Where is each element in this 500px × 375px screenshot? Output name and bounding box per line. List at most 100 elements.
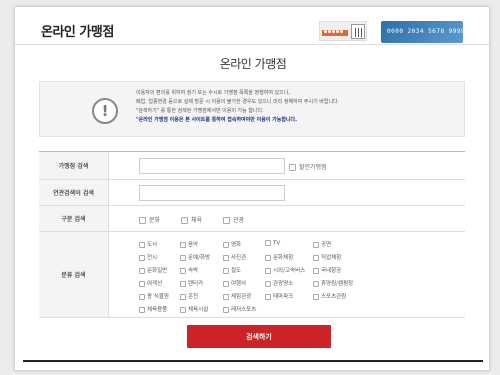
category-checkbox[interactable] xyxy=(313,241,319,248)
category-checkbox[interactable] xyxy=(180,280,186,287)
category-checkbox[interactable] xyxy=(313,267,319,274)
type-option-label: 문화 xyxy=(149,217,161,224)
category-option[interactable]: 휴양림/캠핑장 xyxy=(313,279,353,287)
category-label: 도서 xyxy=(147,242,158,248)
discount-store-checkbox[interactable] xyxy=(289,164,296,171)
category-option[interactable]: 체육시설 xyxy=(180,305,208,313)
category-label: 사진관 xyxy=(231,255,247,261)
type-checkbox[interactable] xyxy=(181,217,188,224)
category-option[interactable]: 관광명소 xyxy=(265,279,293,287)
category-option[interactable]: 레저스포츠 xyxy=(223,305,256,313)
category-checkbox[interactable] xyxy=(180,267,186,274)
category-option[interactable]: 여행사 xyxy=(223,279,246,287)
type-option-label: 체육 xyxy=(191,217,203,224)
store-search-row: 가맹점 검색 할인가맹점 xyxy=(39,152,465,180)
category-option[interactable]: 문예/화방 xyxy=(180,253,210,261)
category-search-row: 분류 검색 도서 음악 영화 TV 공연 전시 문예/화방 사진관 문화체험 직… xyxy=(39,232,465,318)
category-checkbox[interactable] xyxy=(265,267,271,274)
card-number: 0000 2034 5678 9999 xyxy=(387,28,466,35)
category-checkbox[interactable] xyxy=(223,280,229,287)
category-checkbox[interactable] xyxy=(139,306,145,313)
category-checkbox[interactable] xyxy=(139,267,145,274)
category-label: 종 식물원 xyxy=(147,294,169,300)
category-checkbox[interactable] xyxy=(313,293,319,300)
category-label: 문화일반 xyxy=(147,268,168,274)
category-option[interactable]: 종 식물원 xyxy=(139,292,169,300)
category-option[interactable]: 온천 xyxy=(180,292,198,300)
type-checkbox[interactable] xyxy=(223,217,230,224)
notice-text: 이용자의 편의를 위하여 정기 또는 수시로 가맹점 목록을 정행하여 있으나,… xyxy=(136,89,456,125)
category-checkbox[interactable] xyxy=(180,293,186,300)
keyword-search-row: 연관검색어 검색 xyxy=(39,180,465,206)
category-checkbox[interactable] xyxy=(265,240,271,246)
category-checkbox[interactable] xyxy=(265,293,271,300)
category-checkbox[interactable] xyxy=(180,254,186,261)
category-checkbox[interactable] xyxy=(223,306,229,313)
category-option[interactable]: 스포츠관람 xyxy=(313,292,346,300)
category-label: 문화체험 xyxy=(273,255,294,261)
category-checkbox[interactable] xyxy=(223,267,229,274)
discount-store-option[interactable]: 할인가맹점 xyxy=(289,162,327,171)
type-option[interactable]: 체육 xyxy=(181,215,202,224)
category-option[interactable]: 문화일반 xyxy=(139,266,167,274)
category-label: TV xyxy=(273,240,281,247)
search-button[interactable]: 검색하기 xyxy=(187,325,331,348)
category-label: 문예/화방 xyxy=(188,255,211,261)
category-label: 관광명소 xyxy=(273,281,294,287)
category-option[interactable]: 음악 xyxy=(180,240,198,248)
category-option[interactable]: 국내항공 xyxy=(313,266,341,274)
category-option[interactable]: 여객선 xyxy=(139,279,162,287)
exclamation-icon: ! xyxy=(92,98,118,124)
category-option[interactable]: 철도 xyxy=(223,266,241,274)
category-label: 체육용품 xyxy=(147,307,168,313)
category-checkbox[interactable] xyxy=(139,280,145,287)
category-option[interactable]: 렌터카 xyxy=(180,279,203,287)
category-option[interactable]: 사진관 xyxy=(223,253,246,261)
store-search-input[interactable] xyxy=(139,158,285,174)
category-label: 숙박 xyxy=(188,268,199,274)
category-option[interactable]: 도서 xyxy=(139,240,157,248)
category-checkbox[interactable] xyxy=(265,254,271,261)
category-checkbox[interactable] xyxy=(313,280,319,287)
category-option[interactable]: TV xyxy=(265,240,280,247)
category-search-label: 분류 검색 xyxy=(39,232,109,317)
category-option[interactable]: 체육용품 xyxy=(139,305,167,313)
category-option[interactable]: 공연 xyxy=(313,240,331,248)
category-option[interactable]: 숙박 xyxy=(180,266,198,274)
category-checkbox[interactable] xyxy=(265,280,271,287)
category-checkbox[interactable] xyxy=(139,241,145,248)
category-label: 렌터카 xyxy=(188,281,204,287)
category-label: 음악 xyxy=(188,242,199,248)
category-option[interactable]: 테마파크 xyxy=(265,292,293,300)
category-option[interactable]: 문화체험 xyxy=(265,253,293,261)
category-label: 스포츠관람 xyxy=(321,294,347,300)
category-checkbox[interactable] xyxy=(180,306,186,313)
category-checkbox[interactable] xyxy=(139,254,145,261)
category-label: 레저스포츠 xyxy=(231,307,257,313)
category-checkbox[interactable] xyxy=(180,241,186,248)
keyword-search-input[interactable] xyxy=(139,185,285,201)
type-option[interactable]: 문화 xyxy=(139,215,160,224)
category-option[interactable]: 영화 xyxy=(223,240,241,248)
page-title: 온라인 가맹점 xyxy=(219,57,287,71)
category-option[interactable]: 시외/고속버스 xyxy=(265,266,305,274)
type-search-label: 구분 검색 xyxy=(39,206,109,231)
category-label: 온천 xyxy=(188,294,199,300)
category-checkbox[interactable] xyxy=(223,254,229,261)
notice-highlight: "온라인 가맹점 이용은 본 사이트를 통하여 접속하여야만 이용이 가능합니다… xyxy=(136,117,298,123)
type-checkbox[interactable] xyxy=(139,217,146,224)
type-option[interactable]: 관광 xyxy=(223,215,244,224)
notice-box: ! 이용자의 편의를 위하여 정기 또는 수시로 가맹점 목록을 정행하여 있으… xyxy=(39,81,465,137)
category-checkbox[interactable] xyxy=(223,241,229,248)
notice-line: 이용자의 편의를 위하여 정기 또는 수시로 가맹점 목록을 정행하여 있으나, xyxy=(136,90,290,96)
type-search-row: 구분 검색 문화 체육 관광 xyxy=(39,206,465,232)
shopping-banner[interactable]: ●●●●● xyxy=(319,21,367,41)
category-checkbox[interactable] xyxy=(313,254,319,261)
category-checkbox[interactable] xyxy=(223,293,229,300)
category-option[interactable]: 직업체험 xyxy=(313,253,341,261)
app-window: 온라인 가맹점 ●●●●● 0000 2034 5678 9999 온라인 가맹… xyxy=(14,6,490,371)
category-option[interactable]: 전시 xyxy=(139,253,157,261)
type-search-body: 문화 체육 관광 xyxy=(109,206,465,231)
category-option[interactable]: 체험관광 xyxy=(223,292,251,300)
category-checkbox[interactable] xyxy=(139,293,145,300)
